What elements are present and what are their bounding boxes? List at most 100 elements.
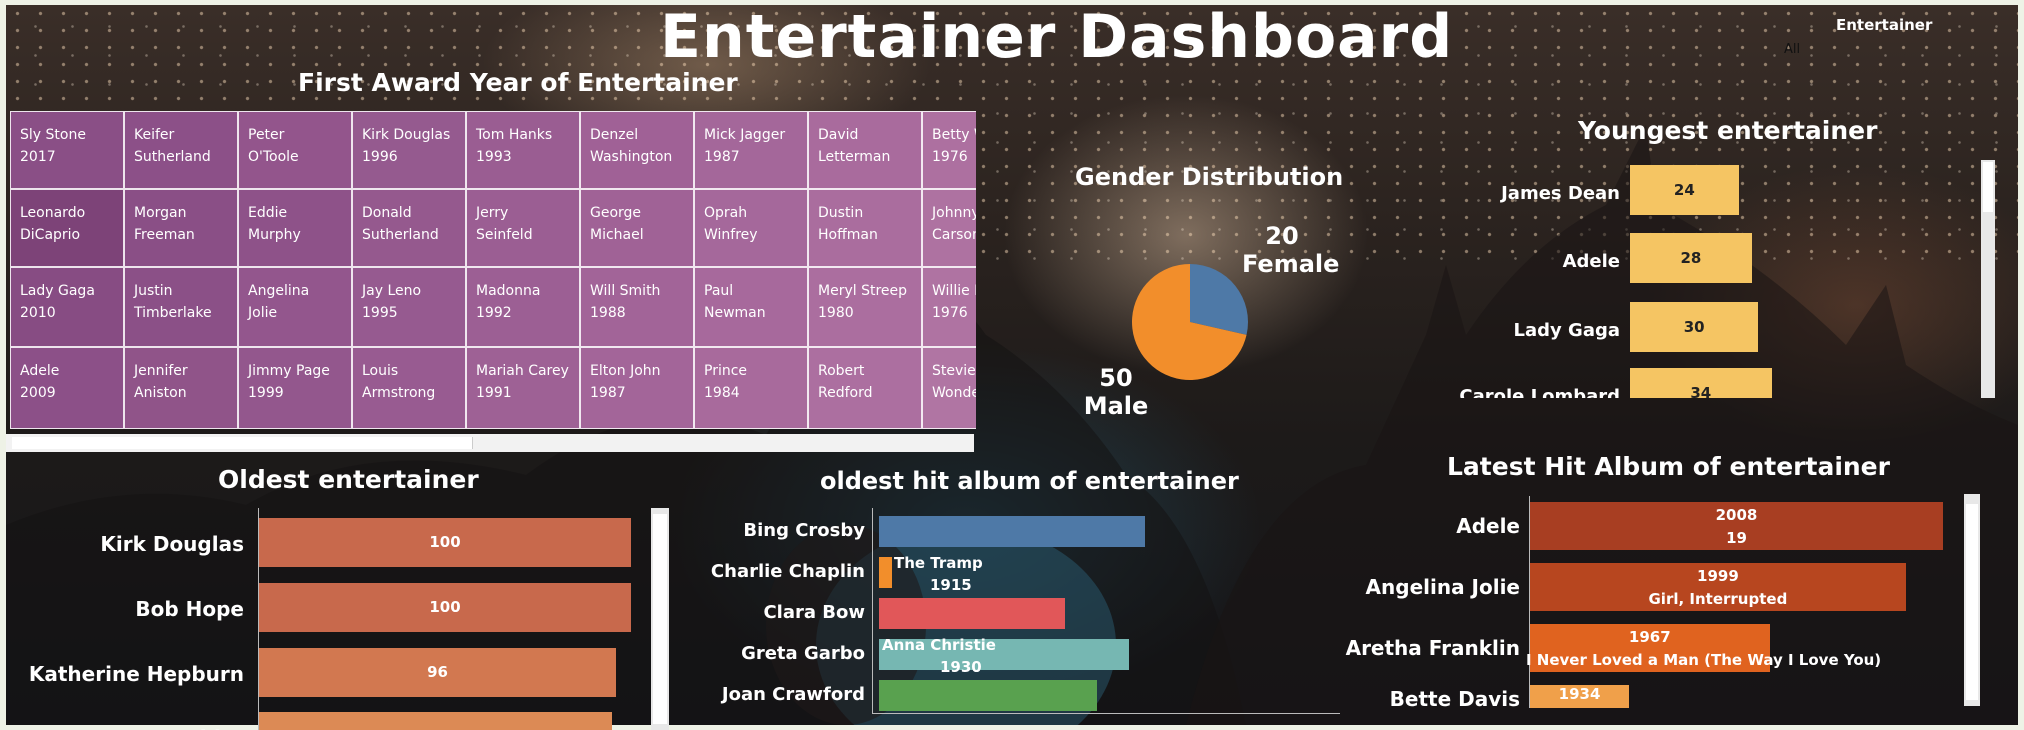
treemap-cell-year: 1991	[476, 385, 512, 401]
treemap-cell-year: 1987	[590, 385, 626, 401]
treemap-cell-name: Sutherland	[362, 227, 439, 243]
treemap-cell-name: Peter	[248, 127, 285, 143]
latest-hit-album-label: Girl, Interrupted	[1648, 590, 1788, 608]
treemap-cell[interactable]: Stevie Wonder	[922, 347, 976, 429]
treemap-cell[interactable]: Angelina Jolie	[238, 267, 352, 347]
oldest-hit-bar[interactable]	[879, 680, 1098, 711]
scrollbar-thumb[interactable]	[653, 514, 667, 724]
treemap-cell-year: 1976	[932, 305, 968, 321]
treemap-cell-name: Lady Gaga	[20, 283, 95, 299]
treemap-cell-name: Meryl Streep	[818, 283, 908, 299]
treemap-cell[interactable]: Sly Stone 2017	[10, 111, 124, 189]
treemap-cell-name: Sly Stone	[20, 127, 86, 143]
dashboard-title: Entertainer Dashboard	[660, 2, 1454, 72]
treemap-cell[interactable]: Adele 2009	[10, 347, 124, 429]
oldest-hit-album-label: Anna Christie	[882, 636, 996, 654]
entertainer-filter-dropdown[interactable]: All	[1784, 42, 1800, 57]
treemap-cell[interactable]: Prince 1984	[694, 347, 808, 429]
latest-hit-name-label: Aretha Franklin	[1345, 636, 1520, 660]
treemap-cell[interactable]: Denzel Washington	[580, 111, 694, 189]
treemap-cell-name: Washington	[590, 149, 673, 165]
treemap-cell[interactable]: Justin Timberlake	[124, 267, 238, 347]
treemap-cell-name: Tom Hanks	[476, 127, 553, 143]
youngest-scrollbar[interactable]	[1981, 160, 1995, 398]
treemap-cell[interactable]: Madonna 1992	[466, 267, 580, 347]
youngest-age-value: 24	[1673, 181, 1695, 199]
female-count-label: 20 Female	[1242, 222, 1339, 278]
treemap-cell[interactable]: Donald Sutherland	[352, 189, 466, 267]
oldest-hit-bar[interactable]	[879, 516, 1145, 547]
youngest-age-value: 28	[1680, 249, 1702, 267]
treemap-cell[interactable]: Mariah Carey 1991	[466, 347, 580, 429]
latest-hit-scrollbar[interactable]	[1964, 494, 1980, 706]
latest-hit-album-label: I Never Loved a Man (The Way I Love You)	[1526, 651, 1882, 669]
treemap-cell-name: Angelina	[248, 283, 310, 299]
treemap-horizontal-scrollbar[interactable]	[6, 434, 974, 452]
treemap-cell[interactable]: Johnny Carson	[922, 189, 976, 267]
treemap-cell[interactable]: Leonardo DiCaprio	[10, 189, 124, 267]
treemap-cell[interactable]: Jerry Seinfeld	[466, 189, 580, 267]
latest-hit-year-label: 1934	[1558, 685, 1601, 703]
treemap-cell-name: Eddie	[248, 205, 288, 221]
male-count: 50	[1099, 364, 1133, 392]
treemap-cell-year: 1996	[362, 149, 398, 165]
latest-hit-chart-title: Latest Hit Album of entertainer	[1447, 452, 1890, 481]
treemap-cell-name: Freeman	[134, 227, 195, 243]
treemap-cell-name: Michael	[590, 227, 644, 243]
treemap-cell[interactable]: George Michael	[580, 189, 694, 267]
youngest-bar-chart: James Dean 24 Adele 28 Lady Gaga 30 Carole Lom…	[1440, 160, 1980, 398]
oldest-hit-bar[interactable]	[879, 598, 1066, 629]
treemap-cell[interactable]: Elton John 1987	[580, 347, 694, 429]
treemap-cell[interactable]: Morgan Freeman	[124, 189, 238, 267]
treemap-cell-year: 2010	[20, 305, 56, 321]
treemap-cell[interactable]: Meryl Streep 1980	[808, 267, 922, 347]
male-count-label: 50 Male	[1076, 364, 1156, 420]
youngest-age-value: 34	[1690, 384, 1712, 398]
treemap-cell[interactable]: Robert Redford	[808, 347, 922, 429]
treemap-title: First Award Year of Entertainer	[298, 68, 738, 97]
treemap-cell[interactable]: David Letterman	[808, 111, 922, 189]
treemap-cell[interactable]: Jennifer Aniston	[124, 347, 238, 429]
treemap-cell[interactable]: Eddie Murphy	[238, 189, 352, 267]
treemap-cell-name: Wonder	[932, 385, 976, 401]
treemap-cell-name: Aniston	[134, 385, 187, 401]
oldest-hit-baseline	[872, 713, 1340, 714]
treemap-cell[interactable]: Jay Leno 1995	[352, 267, 466, 347]
treemap-cell-name: David	[818, 127, 859, 143]
treemap-cell[interactable]: Oprah Winfrey	[694, 189, 808, 267]
treemap-cell[interactable]: Louis Armstrong	[352, 347, 466, 429]
treemap-cell-name: Johnny	[932, 205, 976, 221]
treemap-cell-name: Will Smith	[590, 283, 661, 299]
oldest-hit-year-label: 1930	[940, 658, 982, 676]
treemap-cell[interactable]: Lady Gaga 2010	[10, 267, 124, 347]
treemap-cell[interactable]: Betty White 1976	[922, 111, 976, 189]
treemap-cell-name: Redford	[818, 385, 873, 401]
male-label: Male	[1083, 392, 1149, 420]
treemap-cell[interactable]: Peter O'Toole	[238, 111, 352, 189]
treemap-cell[interactable]: Mick Jagger 1987	[694, 111, 808, 189]
treemap-cell[interactable]: Tom Hanks 1993	[466, 111, 580, 189]
treemap-cell[interactable]: Will Smith 1988	[580, 267, 694, 347]
female-count: 20	[1265, 222, 1299, 250]
treemap-cell-name: Newman	[704, 305, 766, 321]
treemap-cell[interactable]: Keifer Sutherland	[124, 111, 238, 189]
treemap-cell[interactable]: Willie Nelson 1976	[922, 267, 976, 347]
scrollbar-thumb[interactable]	[1983, 162, 1993, 212]
oldest-hit-name-label: Greta Garbo	[741, 643, 865, 664]
treemap-cell[interactable]: Kirk Douglas 1996	[352, 111, 466, 189]
treemap-cell[interactable]: Dustin Hoffman	[808, 189, 922, 267]
treemap-cell-year: 1976	[932, 149, 968, 165]
treemap-cell[interactable]: Jimmy Page 1999	[238, 347, 352, 429]
treemap-cell-name: Seinfeld	[476, 227, 533, 243]
scrollbar-thumb[interactable]	[1966, 504, 1978, 700]
treemap-cell[interactable]: Paul Newman	[694, 267, 808, 347]
treemap-cell-name: Jennifer	[134, 363, 188, 379]
oldest-hit-bar-chart: Bing Crosby Charlie Chaplin The Tramp 1915 C…	[700, 508, 1340, 718]
youngest-name-label: Lady Gaga	[1513, 320, 1620, 341]
oldest-hit-name-label: Clara Bow	[763, 602, 865, 623]
treemap-cell-name: Carson	[932, 227, 976, 243]
scrollbar-thumb[interactable]	[12, 437, 473, 449]
treemap-cell-year: 1984	[704, 385, 740, 401]
oldest-scrollbar[interactable]	[651, 508, 669, 730]
latest-hit-year-label: 1967	[1628, 628, 1671, 646]
